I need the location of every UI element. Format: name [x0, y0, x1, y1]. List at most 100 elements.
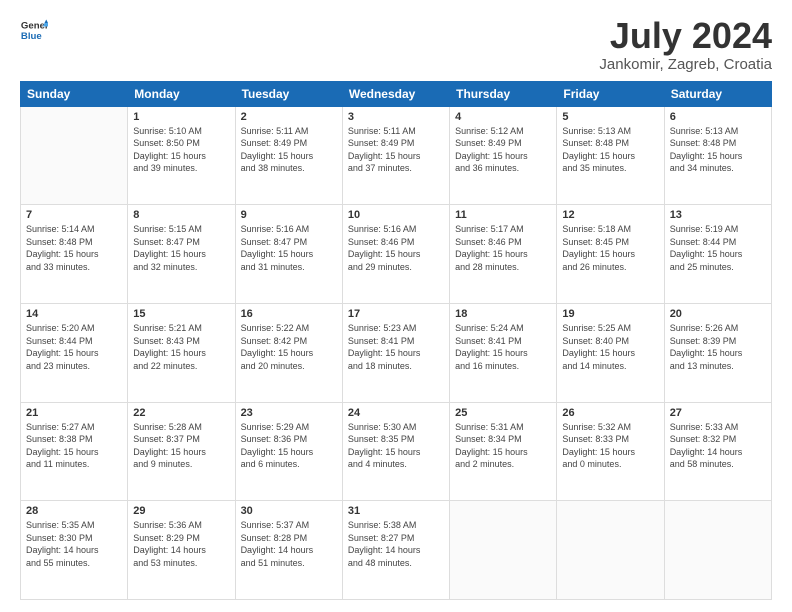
- day-number: 26: [562, 407, 658, 419]
- svg-text:Blue: Blue: [21, 31, 42, 42]
- day-number: 25: [455, 407, 551, 419]
- table-row: 13 Sunrise: 5:19 AMSunset: 8:44 PMDayligh…: [664, 205, 771, 304]
- day-info: Sunrise: 5:15 AMSunset: 8:47 PMDaylight:…: [133, 223, 229, 273]
- table-row: 29 Sunrise: 5:36 AMSunset: 8:29 PMDayligh…: [128, 501, 235, 600]
- subtitle: Jankomir, Zagreb, Croatia: [599, 56, 772, 73]
- day-number: 5: [562, 111, 658, 123]
- table-row: 9 Sunrise: 5:16 AMSunset: 8:47 PMDaylight…: [235, 205, 342, 304]
- day-info: Sunrise: 5:16 AMSunset: 8:47 PMDaylight:…: [241, 223, 337, 273]
- day-info: Sunrise: 5:19 AMSunset: 8:44 PMDaylight:…: [670, 223, 766, 273]
- table-row: 5 Sunrise: 5:13 AMSunset: 8:48 PMDaylight…: [557, 106, 664, 205]
- title-block: July 2024 Jankomir, Zagreb, Croatia: [599, 16, 772, 73]
- day-number: 11: [455, 209, 551, 221]
- day-info: Sunrise: 5:27 AMSunset: 8:38 PMDaylight:…: [26, 421, 122, 471]
- col-friday: Friday: [557, 81, 664, 106]
- day-number: 17: [348, 308, 444, 320]
- day-info: Sunrise: 5:22 AMSunset: 8:42 PMDaylight:…: [241, 322, 337, 372]
- day-number: 21: [26, 407, 122, 419]
- table-row: 31 Sunrise: 5:38 AMSunset: 8:27 PMDayligh…: [342, 501, 449, 600]
- table-row: 25 Sunrise: 5:31 AMSunset: 8:34 PMDayligh…: [450, 402, 557, 501]
- day-info: Sunrise: 5:13 AMSunset: 8:48 PMDaylight:…: [670, 125, 766, 175]
- table-row: 22 Sunrise: 5:28 AMSunset: 8:37 PMDayligh…: [128, 402, 235, 501]
- table-row: 24Sunrise: 5:30 AMSunset: 8:35 PMDayligh…: [342, 402, 449, 501]
- table-row: 12Sunrise: 5:18 AMSunset: 8:45 PMDayligh…: [557, 205, 664, 304]
- day-number: 30: [241, 505, 337, 517]
- table-row: 26 Sunrise: 5:32 AMSunset: 8:33 PMDayligh…: [557, 402, 664, 501]
- day-number: 13: [670, 209, 766, 221]
- day-number: 2: [241, 111, 337, 123]
- col-wednesday: Wednesday: [342, 81, 449, 106]
- main-title: July 2024: [599, 16, 772, 56]
- day-info: Sunrise: 5:32 AMSunset: 8:33 PMDaylight:…: [562, 421, 658, 471]
- day-info: Sunrise: 5:14 AMSunset: 8:48 PMDaylight:…: [26, 223, 122, 273]
- day-info: Sunrise: 5:31 AMSunset: 8:34 PMDaylight:…: [455, 421, 551, 471]
- table-row: 19Sunrise: 5:25 AMSunset: 8:40 PMDayligh…: [557, 303, 664, 402]
- col-monday: Monday: [128, 81, 235, 106]
- day-info: Sunrise: 5:30 AMSunset: 8:35 PMDaylight:…: [348, 421, 444, 471]
- table-row: 1Sunrise: 5:10 AMSunset: 8:50 PMDaylight…: [128, 106, 235, 205]
- day-info: Sunrise: 5:25 AMSunset: 8:40 PMDaylight:…: [562, 322, 658, 372]
- day-info: Sunrise: 5:28 AMSunset: 8:37 PMDaylight:…: [133, 421, 229, 471]
- col-tuesday: Tuesday: [235, 81, 342, 106]
- table-row: 16 Sunrise: 5:22 AMSunset: 8:42 PMDayligh…: [235, 303, 342, 402]
- calendar-week-row: 7Sunrise: 5:14 AMSunset: 8:48 PMDaylight…: [21, 205, 772, 304]
- table-row: 27 Sunrise: 5:33 AMSunset: 8:32 PMDayligh…: [664, 402, 771, 501]
- day-number: 14: [26, 308, 122, 320]
- table-row: 10 Sunrise: 5:16 AMSunset: 8:46 PMDayligh…: [342, 205, 449, 304]
- day-number: 20: [670, 308, 766, 320]
- day-number: 16: [241, 308, 337, 320]
- logo: General Blue: [20, 16, 48, 44]
- day-number: 9: [241, 209, 337, 221]
- day-info: Sunrise: 5:17 AMSunset: 8:46 PMDaylight:…: [455, 223, 551, 273]
- day-info: Sunrise: 5:37 AMSunset: 8:28 PMDaylight:…: [241, 519, 337, 569]
- day-info: Sunrise: 5:24 AMSunset: 8:41 PMDaylight:…: [455, 322, 551, 372]
- day-info: Sunrise: 5:33 AMSunset: 8:32 PMDaylight:…: [670, 421, 766, 471]
- table-row: 14Sunrise: 5:20 AMSunset: 8:44 PMDayligh…: [21, 303, 128, 402]
- day-number: 6: [670, 111, 766, 123]
- day-number: 18: [455, 308, 551, 320]
- day-info: Sunrise: 5:35 AMSunset: 8:30 PMDaylight:…: [26, 519, 122, 569]
- day-info: Sunrise: 5:11 AMSunset: 8:49 PMDaylight:…: [348, 125, 444, 175]
- day-number: 23: [241, 407, 337, 419]
- day-info: Sunrise: 5:38 AMSunset: 8:27 PMDaylight:…: [348, 519, 444, 569]
- day-info: Sunrise: 5:16 AMSunset: 8:46 PMDaylight:…: [348, 223, 444, 273]
- day-info: Sunrise: 5:23 AMSunset: 8:41 PMDaylight:…: [348, 322, 444, 372]
- table-row: 18 Sunrise: 5:24 AMSunset: 8:41 PMDayligh…: [450, 303, 557, 402]
- table-row: 7Sunrise: 5:14 AMSunset: 8:48 PMDaylight…: [21, 205, 128, 304]
- table-row: 11 Sunrise: 5:17 AMSunset: 8:46 PMDayligh…: [450, 205, 557, 304]
- table-row: 21 Sunrise: 5:27 AMSunset: 8:38 PMDayligh…: [21, 402, 128, 501]
- calendar-week-row: 1Sunrise: 5:10 AMSunset: 8:50 PMDaylight…: [21, 106, 772, 205]
- day-number: 22: [133, 407, 229, 419]
- table-row: 23Sunrise: 5:29 AMSunset: 8:36 PMDayligh…: [235, 402, 342, 501]
- table-row: [664, 501, 771, 600]
- table-row: [557, 501, 664, 600]
- day-number: 31: [348, 505, 444, 517]
- table-row: 3 Sunrise: 5:11 AMSunset: 8:49 PMDaylight…: [342, 106, 449, 205]
- table-row: 4 Sunrise: 5:12 AMSunset: 8:49 PMDaylight…: [450, 106, 557, 205]
- day-number: 27: [670, 407, 766, 419]
- day-number: 10: [348, 209, 444, 221]
- table-row: 2Sunrise: 5:11 AMSunset: 8:49 PMDaylight…: [235, 106, 342, 205]
- table-row: 17 Sunrise: 5:23 AMSunset: 8:41 PMDayligh…: [342, 303, 449, 402]
- col-sunday: Sunday: [21, 81, 128, 106]
- day-info: Sunrise: 5:13 AMSunset: 8:48 PMDaylight:…: [562, 125, 658, 175]
- calendar-week-row: 28Sunrise: 5:35 AMSunset: 8:30 PMDayligh…: [21, 501, 772, 600]
- calendar-table: Sunday Monday Tuesday Wednesday Thursday…: [20, 81, 772, 600]
- day-info: Sunrise: 5:12 AMSunset: 8:49 PMDaylight:…: [455, 125, 551, 175]
- day-number: 1: [133, 111, 229, 123]
- day-number: 3: [348, 111, 444, 123]
- day-number: 4: [455, 111, 551, 123]
- day-info: Sunrise: 5:18 AMSunset: 8:45 PMDaylight:…: [562, 223, 658, 273]
- day-info: Sunrise: 5:21 AMSunset: 8:43 PMDaylight:…: [133, 322, 229, 372]
- page: General Blue July 2024 Jankomir, Zagreb,…: [0, 0, 792, 612]
- table-row: 8Sunrise: 5:15 AMSunset: 8:47 PMDaylight…: [128, 205, 235, 304]
- table-row: 28Sunrise: 5:35 AMSunset: 8:30 PMDayligh…: [21, 501, 128, 600]
- table-row: [450, 501, 557, 600]
- calendar-week-row: 21 Sunrise: 5:27 AMSunset: 8:38 PMDayligh…: [21, 402, 772, 501]
- day-number: 29: [133, 505, 229, 517]
- col-saturday: Saturday: [664, 81, 771, 106]
- table-row: [21, 106, 128, 205]
- header: General Blue July 2024 Jankomir, Zagreb,…: [20, 16, 772, 73]
- calendar-header-row: Sunday Monday Tuesday Wednesday Thursday…: [21, 81, 772, 106]
- day-info: Sunrise: 5:36 AMSunset: 8:29 PMDaylight:…: [133, 519, 229, 569]
